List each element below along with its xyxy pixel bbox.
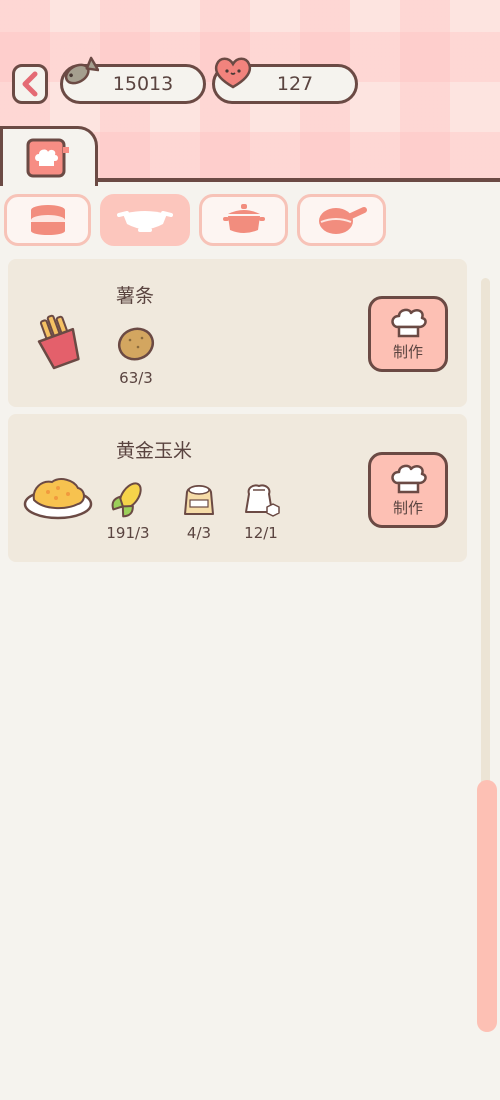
make-button-label: 制作 — [392, 498, 423, 517]
recipe-name: 黄金玉米 — [116, 440, 193, 462]
corn-icon — [111, 482, 142, 518]
bowl-icon — [117, 211, 173, 232]
fries-icon — [37, 314, 80, 370]
tab-recipe-book[interactable] — [0, 126, 98, 186]
ingredient-item: 191/3 — [98, 480, 158, 542]
make-button[interactable]: 制作 — [368, 296, 448, 372]
recipe-card: 薯条 63/3 制作 — [8, 259, 467, 407]
ingredient-item: 63/3 — [106, 325, 166, 387]
make-button-label: 制作 — [392, 342, 423, 361]
back-button[interactable] — [12, 64, 48, 104]
scrollbar-thumb[interactable] — [477, 780, 497, 1032]
ingredient-quantity: 191/3 — [106, 524, 150, 542]
flour-sack-icon — [184, 485, 214, 515]
heart-currency-counter: 127 — [212, 57, 358, 104]
recipe-book-icon — [26, 138, 69, 178]
ingredient-quantity: 63/3 — [119, 369, 153, 387]
chevron-left-icon — [22, 71, 38, 97]
potato-icon — [117, 327, 155, 361]
golden-corn-dish-icon — [23, 478, 93, 520]
recipe-name: 薯条 — [116, 285, 155, 307]
ingredient-item: 4/3 — [169, 480, 229, 542]
fish-currency-counter: 15013 — [60, 56, 206, 104]
recipe-card: 黄金玉米 191/3 4/3 12/1 制作 — [8, 414, 467, 562]
make-button[interactable]: 制作 — [368, 452, 448, 528]
category-steamer-button[interactable] — [4, 194, 91, 246]
category-pot-button[interactable] — [199, 194, 288, 246]
steamer-icon — [30, 205, 65, 235]
salt-sack-icon — [245, 484, 280, 517]
frying-pan-icon — [318, 207, 367, 234]
pot-icon — [222, 204, 265, 233]
ingredient-item: 12/1 — [231, 480, 291, 542]
ingredient-quantity: 4/3 — [186, 524, 212, 542]
heart-icon — [215, 57, 251, 89]
fish-icon — [64, 56, 99, 85]
heart-amount: 127 — [276, 73, 314, 95]
fish-amount: 15013 — [112, 73, 174, 95]
ingredient-quantity: 12/1 — [244, 524, 278, 542]
chef-hat-icon — [391, 464, 427, 493]
category-bowl-button[interactable] — [100, 194, 190, 246]
chef-hat-icon — [391, 308, 427, 337]
category-pan-button[interactable] — [297, 194, 386, 246]
